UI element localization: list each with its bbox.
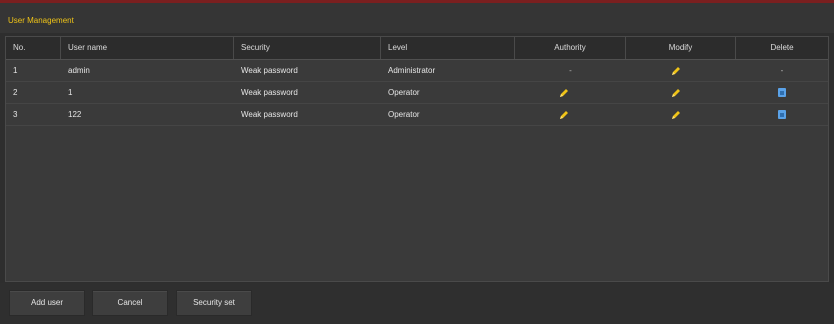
table-header: No. User name Security Level Authority M… — [6, 37, 828, 60]
cell-security: Weak password — [241, 66, 298, 75]
pencil-icon[interactable] — [671, 88, 681, 98]
cell-security: Weak password — [241, 88, 298, 97]
user-table: No. User name Security Level Authority M… — [5, 36, 829, 282]
column-header-level: Level — [381, 37, 515, 59]
cell-level: Operator — [388, 110, 420, 119]
column-header-modify: Modify — [626, 37, 736, 59]
window-title: User Management — [8, 16, 74, 25]
add-user-button[interactable]: Add user — [9, 290, 85, 316]
cell-level: Operator — [388, 88, 420, 97]
pencil-icon[interactable] — [559, 88, 569, 98]
cell-user-name: 1 — [68, 88, 73, 97]
cell-level: Administrator — [388, 66, 436, 75]
column-header-delete: Delete — [770, 43, 794, 52]
authority-unavailable: - — [569, 66, 572, 75]
column-header-authority: Authority — [515, 37, 626, 59]
cell-security: Weak password — [241, 110, 298, 119]
delete-unavailable: - — [780, 66, 784, 75]
pencil-icon[interactable] — [671, 110, 681, 120]
trash-icon[interactable] — [778, 110, 786, 119]
table-row[interactable]: 2 1 Weak password Operator — [6, 82, 828, 104]
table-row[interactable]: 3 122 Weak password Operator — [6, 104, 828, 126]
trash-icon[interactable] — [778, 88, 786, 97]
cell-no: 3 — [13, 110, 18, 119]
column-header-no: No. — [6, 37, 61, 59]
column-header-security: Security — [234, 37, 381, 59]
security-set-button[interactable]: Security set — [176, 290, 252, 316]
cell-user-name: 122 — [68, 110, 82, 119]
pencil-icon[interactable] — [671, 66, 681, 76]
title-bar: User Management — [0, 3, 834, 33]
user-management-window: User Management No. User name Security L… — [0, 0, 834, 324]
cell-no: 1 — [13, 66, 18, 75]
cell-user-name: admin — [68, 66, 90, 75]
column-header-user-name: User name — [61, 37, 234, 59]
cell-no: 2 — [13, 88, 18, 97]
pencil-icon[interactable] — [559, 110, 569, 120]
table-row[interactable]: 1 admin Weak password Administrator - - — [6, 60, 828, 82]
cancel-button[interactable]: Cancel — [92, 290, 168, 316]
footer-bar: Add user Cancel Security set — [0, 283, 834, 324]
